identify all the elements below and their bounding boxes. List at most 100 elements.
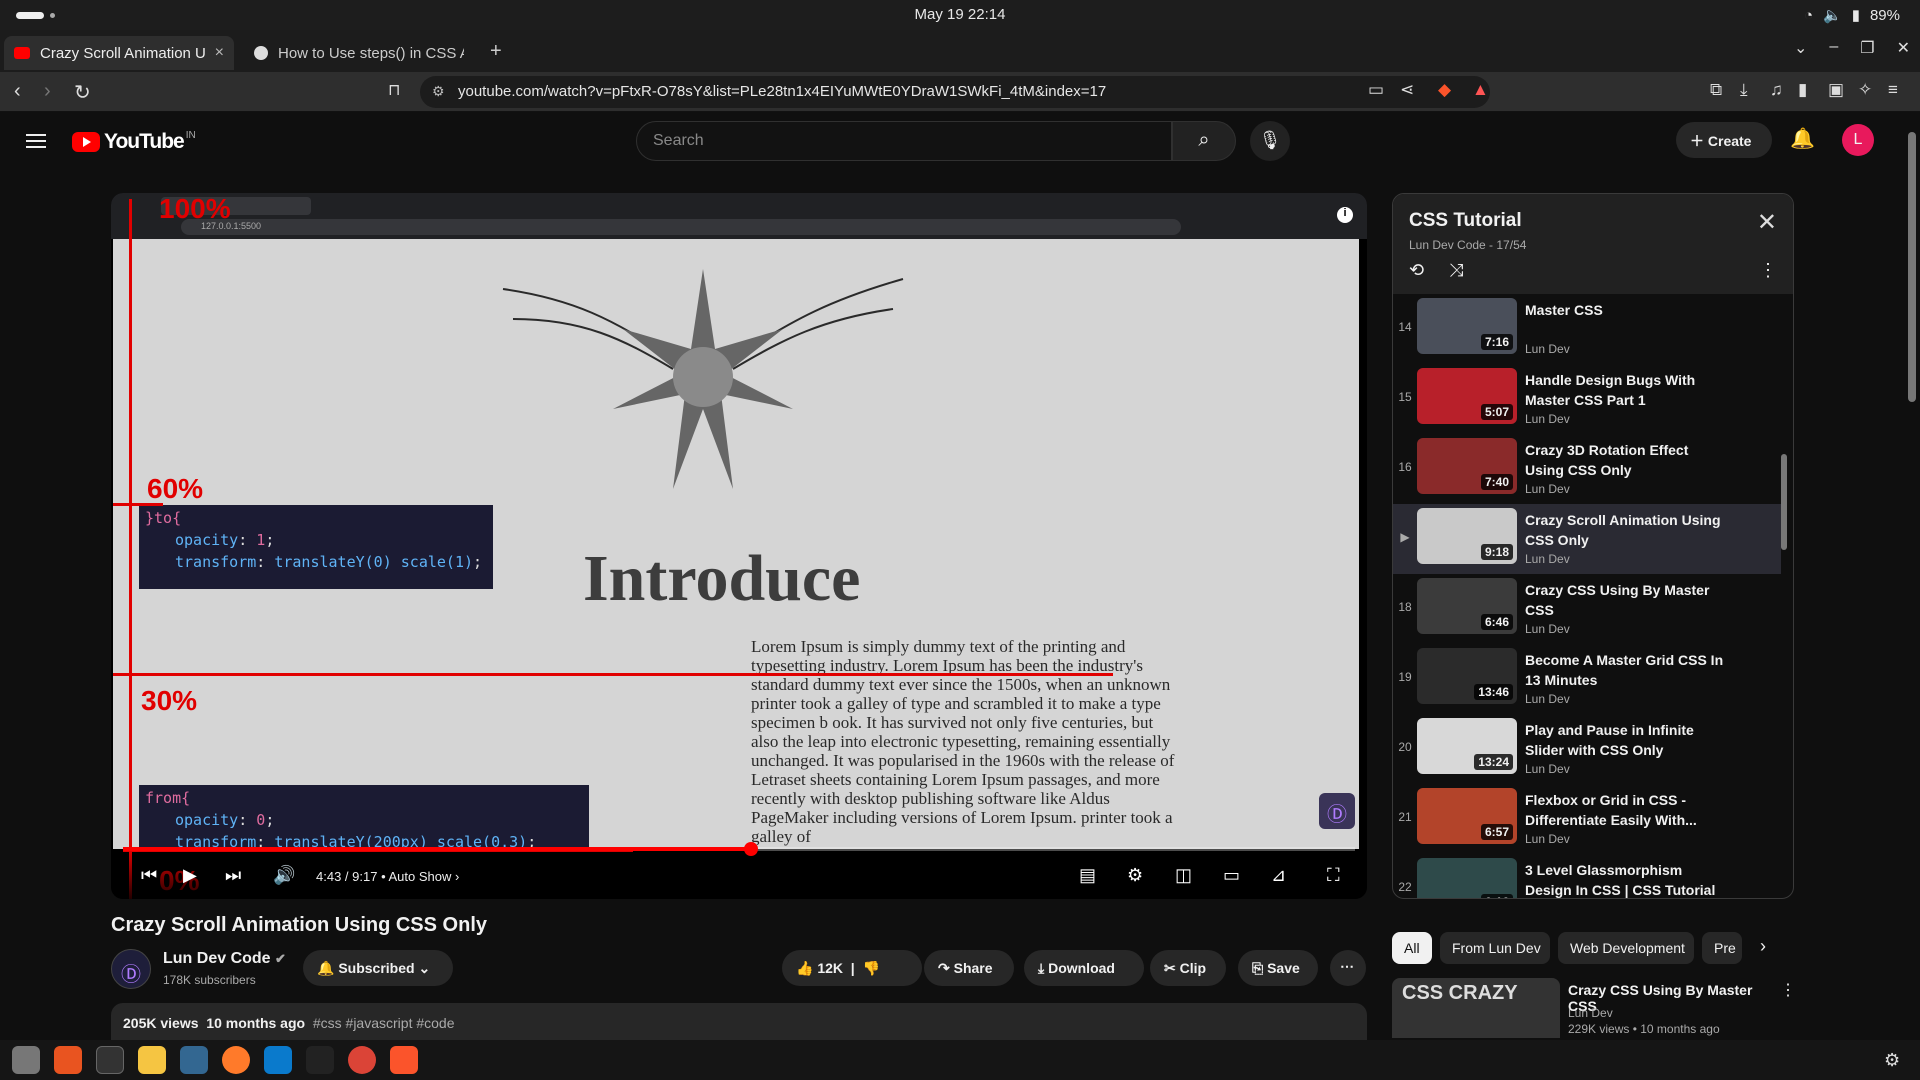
video-player[interactable]: 127.0.0.1:5500 i Introduce Lorem Ipsum i…	[111, 193, 1367, 899]
download-button[interactable]: ⤓ Download	[1024, 950, 1144, 986]
notifications-bell-icon[interactable]: 🔔	[1790, 126, 1815, 151]
miniplayer-icon[interactable]: ◫	[1175, 865, 1192, 886]
playlist-title[interactable]: CSS Tutorial	[1409, 210, 1522, 232]
playlist-item[interactable]: 18 6:46 Crazy CSS Using By Master CSS Lun D…	[1393, 574, 1781, 644]
playlist-item-title: 3 Level Glassmorphism Design In CSS | CS…	[1525, 862, 1716, 898]
create-button[interactable]: ＋ Create	[1676, 122, 1772, 158]
chips-next-icon[interactable]: ›	[1760, 936, 1766, 957]
url-field[interactable]: ⚙ youtube.com/watch?v=pFtxR-O78sY&list=P…	[420, 76, 1490, 108]
playlist-item[interactable]: 22 6:16 3 Level Glassmorphism Design In CS…	[1393, 854, 1781, 898]
fullscreen-icon[interactable]: ⛶	[1327, 865, 1340, 886]
tab-youtube[interactable]: Crazy Scroll Animation U ×	[4, 36, 234, 70]
new-tab-button[interactable]: +	[490, 40, 502, 63]
description-box[interactable]: 205K views 10 months ago #css #javascrip…	[111, 1003, 1367, 1043]
search-input[interactable]: Search	[636, 121, 1172, 161]
subscribed-button[interactable]: 🔔 Subscribed ⌄	[303, 950, 453, 986]
leo-ai-icon[interactable]: ✧	[1858, 80, 1872, 100]
settings-gear-icon[interactable]: ⚙	[1884, 1050, 1900, 1071]
clip-button[interactable]: ✂ Clip	[1150, 950, 1226, 986]
video-info-icon[interactable]: i	[1337, 207, 1353, 223]
play-icon[interactable]: ▶	[183, 865, 197, 886]
playlist-item-duration: 6:57	[1480, 824, 1513, 840]
playlist-item[interactable]: 20 13:24 Play and Pause in Infinite Slider…	[1393, 714, 1781, 784]
video-inner-browser-chrome: 127.0.0.1:5500 i	[111, 193, 1367, 239]
save-button[interactable]: ⎘ Save	[1238, 950, 1318, 986]
postman-icon[interactable]	[222, 1046, 250, 1074]
menu-icon[interactable]: ≡	[1888, 80, 1898, 100]
chrome-icon[interactable]	[348, 1046, 376, 1074]
like-button[interactable]: 👍 12K | 👎	[782, 950, 922, 986]
bookmark-icon[interactable]: ⊓	[388, 80, 400, 100]
playlist-scrollbar[interactable]	[1781, 454, 1787, 550]
playlist-item[interactable]: 21 6:57 Flexbox or Grid in CSS - Different…	[1393, 784, 1781, 854]
playlist-item[interactable]: 19 13:46 Become A Master Grid CSS In 13 Mi…	[1393, 644, 1781, 714]
voice-search-button[interactable]: 🎙	[1250, 121, 1290, 161]
app-store-icon[interactable]	[54, 1046, 82, 1074]
recommended-video[interactable]: CSS CRAZY Crazy CSS Using By Master CSS …	[1392, 978, 1796, 1038]
subtitles-icon[interactable]: ▤	[1079, 865, 1096, 886]
playlist-item-current[interactable]: 9:18 Crazy Scroll Animation Using CSS Onl…	[1393, 504, 1781, 574]
share-button[interactable]: ↷ Share	[924, 950, 1014, 986]
channel-name[interactable]: Lun Dev Code ✔	[163, 950, 286, 968]
playlist-item[interactable]: 16 7:40 Crazy 3D Rotation Effect Using CSS…	[1393, 434, 1781, 504]
brave-rewards-icon[interactable]: ▲	[1472, 80, 1489, 100]
previous-icon[interactable]: ⏮	[141, 865, 157, 886]
database-icon[interactable]	[180, 1046, 208, 1074]
chapter-label[interactable]: Auto Show	[389, 869, 452, 884]
cast-icon[interactable]: ⊿	[1271, 865, 1286, 886]
progress-bar[interactable]	[123, 842, 1355, 856]
vscode-icon[interactable]	[264, 1046, 292, 1074]
back-icon[interactable]: ‹	[14, 80, 21, 103]
volume-icon[interactable]: 🔊	[273, 865, 295, 886]
site-settings-icon[interactable]: ⚙	[432, 83, 445, 100]
maximize-button[interactable]: ❐	[1860, 38, 1874, 58]
github-desktop-icon[interactable]	[306, 1046, 334, 1074]
download-icon[interactable]: ⤓	[1740, 80, 1748, 100]
search-button[interactable]: ⌕	[1172, 121, 1236, 161]
brave-icon[interactable]	[390, 1046, 418, 1074]
forward-icon[interactable]: ›	[44, 80, 51, 103]
close-window-button[interactable]: ✕	[1897, 38, 1910, 58]
hashtags[interactable]: #css #javascript #code	[313, 1015, 455, 1031]
brave-shields-icon[interactable]: ◆	[1438, 80, 1451, 100]
cast-icon[interactable]: ▭	[1368, 80, 1384, 100]
system-tray[interactable]: ◔ 🔈 ▮ 89%	[1804, 6, 1900, 25]
share-icon[interactable]: ⋖	[1400, 80, 1414, 100]
close-playlist-icon[interactable]: ✕	[1757, 208, 1777, 237]
terminal-icon[interactable]	[96, 1046, 124, 1074]
thumbs-up-icon: 👍	[796, 960, 814, 976]
chip-more[interactable]: Pre	[1702, 932, 1742, 964]
files-icon[interactable]	[12, 1046, 40, 1074]
clip-label: Clip	[1179, 960, 1207, 976]
chip-all[interactable]: All	[1392, 932, 1432, 964]
guide-menu-icon[interactable]	[26, 134, 46, 148]
clock[interactable]: May 19 22:14	[0, 6, 1920, 23]
tab-css-steps[interactable]: How to Use steps() in CSS A	[244, 36, 474, 70]
chip-web-development[interactable]: Web Development	[1558, 932, 1694, 964]
playlist-item[interactable]: 14 7:16 Master CSS Lun Dev	[1393, 294, 1781, 364]
wallet-icon[interactable]: ▣	[1828, 80, 1844, 100]
shuffle-icon[interactable]: ⤨	[1449, 260, 1463, 281]
chip-from-lun-dev[interactable]: From Lun Dev	[1440, 932, 1550, 964]
youtube-logo[interactable]: YouTube IN	[72, 130, 196, 154]
avatar[interactable]: L	[1842, 124, 1874, 156]
recommended-menu-icon[interactable]: ⋮	[1780, 980, 1796, 1000]
media-icon[interactable]: ♫	[1770, 80, 1783, 100]
close-tab-icon[interactable]: ×	[215, 44, 224, 62]
sidebar-icon[interactable]: ▮	[1798, 80, 1807, 100]
minimize-button[interactable]: –	[1829, 38, 1838, 58]
loop-icon[interactable]: ⟲	[1409, 260, 1424, 281]
settings-gear-icon[interactable]: ⚙	[1127, 865, 1143, 886]
tab-list-chevron-icon[interactable]: ⌄	[1794, 38, 1807, 58]
playlist-menu-icon[interactable]: ⋮	[1759, 260, 1777, 281]
playlist-item[interactable]: 15 5:07 Handle Design Bugs With Master CSS…	[1393, 364, 1781, 434]
next-icon[interactable]: ⏭	[225, 865, 241, 886]
theater-mode-icon[interactable]: ▭	[1223, 865, 1240, 886]
more-actions-button[interactable]: ⋯	[1330, 950, 1366, 986]
extensions-icon[interactable]: ⧉	[1710, 80, 1722, 100]
recommended-channel: Lun Dev	[1568, 1006, 1613, 1020]
channel-avatar[interactable]: Ⓓ	[111, 949, 151, 989]
page-scrollbar[interactable]	[1908, 132, 1916, 402]
notes-icon[interactable]	[138, 1046, 166, 1074]
reload-icon[interactable]: ↻	[74, 80, 91, 105]
